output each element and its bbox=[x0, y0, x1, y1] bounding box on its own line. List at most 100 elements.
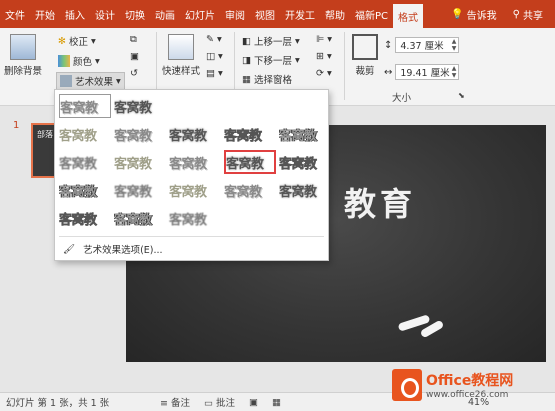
arrange-icon-column: ⊫ ▾ ⊞ ▾ ⟳ ▾ bbox=[316, 34, 332, 79]
art-effect-option[interactable]: 客窝教 bbox=[114, 150, 166, 174]
watermark-brand: Office教程网 bbox=[426, 373, 514, 389]
art-effect-label: 艺术效果 bbox=[75, 77, 114, 88]
compress-icon[interactable]: ⧉ bbox=[130, 34, 137, 45]
art-effect-option[interactable]: 客窝教 bbox=[59, 122, 111, 146]
remove-background-button[interactable]: 删除背景 bbox=[4, 34, 42, 77]
art-effect-option[interactable]: 客窝教 bbox=[279, 178, 331, 202]
art-effect-option[interactable]: 客窝教 bbox=[59, 178, 111, 202]
art-effect-options-item[interactable]: 🖌 艺术效果选项(E)... bbox=[63, 242, 163, 257]
selection-pane-icon: ▦ bbox=[242, 73, 251, 85]
thumbnail-text: 部落 bbox=[37, 130, 53, 139]
tab-3[interactable]: 设计 bbox=[90, 0, 120, 28]
art-effect-option[interactable]: 客窝教 bbox=[59, 150, 111, 174]
art-effect-option[interactable]: 客窝教 bbox=[279, 150, 331, 174]
tab-4[interactable]: 切换 bbox=[120, 0, 150, 28]
art-effect-option[interactable]: 客窝教 bbox=[224, 122, 276, 146]
picture-border-icon[interactable]: ✎ ▾ bbox=[206, 34, 222, 45]
change-picture-icon[interactable]: ▣ bbox=[130, 51, 139, 62]
share-button[interactable]: ⚲ 共享 bbox=[507, 7, 549, 22]
brush-icon: 🖌 bbox=[63, 243, 76, 255]
bring-forward-button[interactable]: ◧ 上移一层 ▾ bbox=[242, 34, 300, 49]
size-dialog-launcher-icon[interactable]: ⬊ bbox=[458, 91, 465, 100]
art-effect-option[interactable]: 客窝教 bbox=[169, 122, 221, 146]
tab-8[interactable]: 视图 bbox=[250, 0, 280, 28]
picture-style-column: ✎ ▾ ◫ ▾ ▤ ▾ bbox=[206, 34, 223, 79]
comments-button[interactable]: ▭ 批注 bbox=[204, 395, 235, 409]
remove-background-icon bbox=[10, 34, 36, 60]
gallery-separator bbox=[59, 236, 324, 237]
gallery-row: 客窝教 客窝教 客窝教 客窝教 客窝教 bbox=[59, 122, 331, 146]
art-effect-option[interactable]: 客窝教 bbox=[114, 178, 166, 202]
lightbulb-icon: 💡 bbox=[451, 8, 464, 20]
art-effect-option[interactable]: 客窝教 bbox=[114, 122, 166, 146]
tab-10[interactable]: 帮助 bbox=[320, 0, 350, 28]
tell-me-button[interactable]: 💡 告诉我 bbox=[445, 7, 502, 22]
person-icon: ⚲ bbox=[512, 8, 520, 20]
slide-number: 1 bbox=[13, 120, 20, 131]
spinner-arrows-icon[interactable]: ▲ ▼ bbox=[452, 38, 457, 52]
small-icon-column: ⧉ ▣ ↺ bbox=[130, 34, 139, 79]
tab-11[interactable]: 福新PC bbox=[350, 0, 393, 28]
art-effect-option[interactable]: 客窝教 bbox=[114, 206, 166, 230]
picture-layout-icon[interactable]: ▤ ▾ bbox=[206, 68, 223, 79]
tab-right-area: 💡 告诉我 ⚲ 共享 bbox=[445, 0, 555, 28]
art-effect-option[interactable]: 客窝教 bbox=[59, 206, 111, 230]
sorter-view-icon[interactable]: ▦ bbox=[272, 397, 281, 408]
height-spinner[interactable]: ↕ 4.37 厘米 ▲ ▼ bbox=[384, 37, 460, 53]
art-effect-gallery: 客窝教 客窝教 客窝教 客窝教 客窝教 客窝教 客窝教 客窝教 客窝教 客窝教 客窝教 客窝教 客窝教客… bbox=[54, 89, 329, 261]
spinner-arrows-icon[interactable]: ▲ ▼ bbox=[452, 65, 457, 79]
group-icon[interactable]: ⊞ ▾ bbox=[316, 51, 332, 62]
bring-forward-icon: ◧ bbox=[242, 35, 251, 47]
tab-5[interactable]: 动画 bbox=[150, 0, 180, 28]
color-button[interactable]: 颜色 ▾ bbox=[58, 54, 100, 68]
art-effect-option[interactable]: 客窝教 bbox=[279, 122, 331, 146]
quick-style-button[interactable]: 快速样式 bbox=[162, 34, 200, 77]
width-icon: ↔ bbox=[384, 66, 393, 78]
tab-2[interactable]: 插入 bbox=[60, 0, 90, 28]
tab-7[interactable]: 审阅 bbox=[220, 0, 250, 28]
comments-label: 批注 bbox=[216, 398, 236, 409]
height-input[interactable]: 4.37 厘米 ▲ ▼ bbox=[395, 37, 460, 53]
art-effect-option[interactable]: 客窝教 bbox=[169, 206, 221, 230]
art-effect-option[interactable]: 客窝教 bbox=[224, 178, 276, 202]
width-spinner[interactable]: ↔ 19.41 厘米 ▲ ▼ bbox=[384, 64, 460, 80]
chevron-down-icon: ▾ bbox=[295, 35, 300, 47]
slide-title[interactable]: 教育 bbox=[344, 179, 416, 225]
crop-label: 裁剪 bbox=[355, 66, 375, 77]
tell-me-label: 告诉我 bbox=[466, 10, 497, 22]
quick-style-icon bbox=[168, 34, 194, 60]
gallery-row: 客窝教 客窝教 客窝教 客窝教 客窝教 bbox=[59, 178, 331, 202]
width-input[interactable]: 19.41 厘米 ▲ ▼ bbox=[395, 64, 460, 80]
art-effect-option[interactable]: 客窝教 bbox=[114, 94, 166, 118]
tab-6[interactable]: 幻灯片 bbox=[180, 0, 220, 28]
tab-0[interactable]: 文件 bbox=[0, 0, 30, 28]
tab-12[interactable]: 格式 bbox=[393, 4, 424, 28]
selection-pane-button[interactable]: ▦ 选择窗格 bbox=[242, 72, 292, 87]
crop-button[interactable]: 裁剪 bbox=[352, 34, 378, 77]
normal-view-icon[interactable]: ▣ bbox=[249, 397, 258, 408]
notes-label: 备注 bbox=[170, 398, 190, 409]
gallery-row: 客窝教 客窝教 客窝教 bbox=[59, 206, 221, 230]
reset-picture-icon[interactable]: ↺ bbox=[130, 68, 138, 79]
art-effect-option[interactable]: 客窝教 bbox=[169, 178, 221, 202]
gallery-row: 客窝教 客窝教 客窝教 客窝教 客窝教 bbox=[59, 150, 331, 174]
notes-button[interactable]: ≡ 备注 bbox=[160, 395, 190, 409]
color-icon bbox=[58, 55, 70, 67]
art-effect-option[interactable]: 客窝教 bbox=[59, 94, 111, 118]
align-icon[interactable]: ⊫ ▾ bbox=[316, 34, 332, 45]
art-effect-button[interactable]: 艺术效果 ▾ bbox=[56, 72, 125, 90]
watermark: Office教程网 www.office26.com bbox=[392, 362, 552, 408]
chevron-down-icon: ▾ bbox=[295, 54, 300, 66]
art-effect-options-label: 艺术效果选项(E)... bbox=[83, 245, 163, 256]
chevron-down-icon: ▾ bbox=[90, 35, 96, 47]
send-backward-button[interactable]: ◨ 下移一层 ▾ bbox=[242, 53, 300, 68]
picture-effects-icon[interactable]: ◫ ▾ bbox=[206, 51, 223, 62]
tab-1[interactable]: 开始 bbox=[30, 0, 60, 28]
rotate-icon[interactable]: ⟳ ▾ bbox=[316, 68, 332, 79]
office-logo-icon bbox=[392, 369, 422, 401]
tab-9[interactable]: 开发工 bbox=[280, 0, 320, 28]
correct-button[interactable]: ✻ 校正 ▾ bbox=[58, 34, 96, 49]
art-effect-option[interactable]: 客窝教 bbox=[169, 150, 221, 174]
art-effect-option[interactable]: 客窝教 bbox=[224, 150, 276, 174]
slide-info: 幻灯片 第 1 张，共 1 张 bbox=[6, 398, 110, 409]
